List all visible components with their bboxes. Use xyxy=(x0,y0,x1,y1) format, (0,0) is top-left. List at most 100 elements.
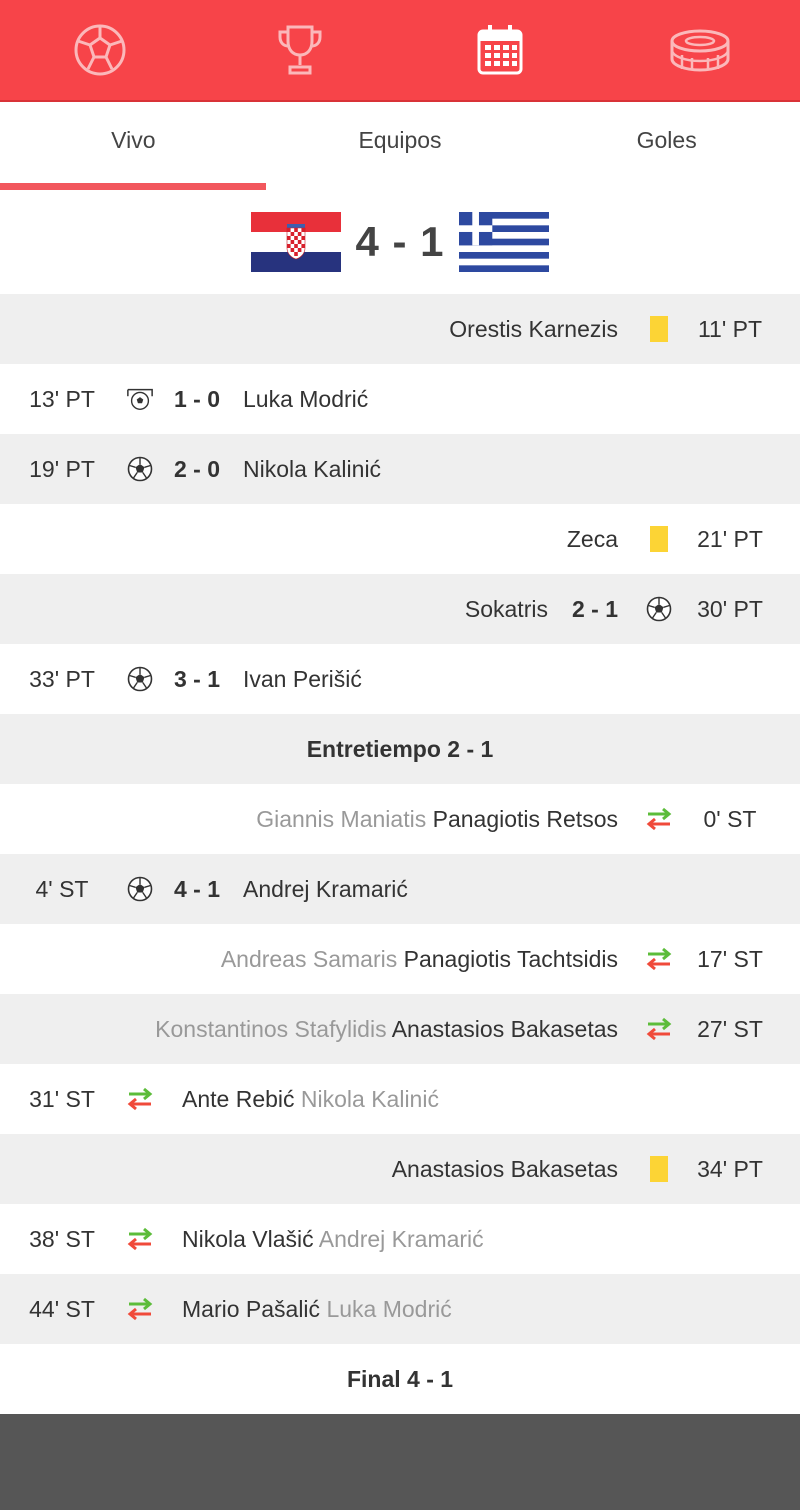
event-row-yellow-card[interactable]: 34' PT Anastasios Bakasetas xyxy=(0,1134,800,1204)
event-time: 19' PT xyxy=(29,455,95,482)
player-name: Sokatris 2 - 1 xyxy=(465,596,618,623)
soccer-ball-icon xyxy=(126,455,154,483)
match-events-list: 11' PT Orestis Karnezis 13' PT 1 - 0 Luka Mo… xyxy=(0,294,800,1414)
player-name: Anastasios Bakasetas xyxy=(392,1156,618,1183)
player-out: Giannis Maniatis xyxy=(256,805,427,832)
player-name-text: Zeca xyxy=(566,525,618,552)
separator-label: Entretiempo 2 - 1 xyxy=(306,735,494,762)
player-name-text: Anastasios Bakasetas xyxy=(391,1155,618,1182)
footer-bar xyxy=(0,1414,800,1510)
tab-goles[interactable]: Goles xyxy=(533,102,800,190)
event-time: 17' ST xyxy=(697,945,763,972)
trophy-icon[interactable] xyxy=(260,20,340,80)
croatia-flag xyxy=(251,212,342,272)
substitution-icon xyxy=(645,1015,673,1043)
player-in: Nikola Vlašić xyxy=(182,1225,314,1252)
yellow-card-icon-wrap xyxy=(645,315,673,343)
event-time: 34' PT xyxy=(697,1155,763,1182)
player-in: Panagiotis Retsos xyxy=(432,805,618,832)
event-row-substitution[interactable]: 17' ST Andreas Samaris Panagiotis Tachtsi… xyxy=(0,924,800,994)
substitution-icon xyxy=(645,945,673,973)
substitution-icon xyxy=(126,1295,154,1323)
event-row-goal[interactable]: 19' PT 2 - 0 Nikola Kalinić xyxy=(0,434,800,504)
greece-flag xyxy=(458,212,549,272)
yellow-card-icon xyxy=(650,526,668,552)
event-time: 44' ST xyxy=(29,1295,95,1322)
event-score: 2 - 1 xyxy=(571,595,618,622)
player-name: Zeca xyxy=(567,526,618,553)
event-row-substitution[interactable]: 31' ST Ante Rebić Nikola Kalinić xyxy=(0,1064,800,1134)
event-score: 3 - 1 xyxy=(174,665,221,692)
player-name: Nikola Kalinić xyxy=(243,455,382,482)
player-out: Andrej Kramarić xyxy=(318,1225,484,1252)
calendar-icon[interactable] xyxy=(460,20,540,80)
event-time: 27' ST xyxy=(697,1015,763,1042)
event-score: 4 - 1 xyxy=(174,875,221,902)
player-name: Luka Modrić xyxy=(243,385,369,412)
event-row-substitution[interactable]: 0' ST Giannis Maniatis Panagiotis Retsos xyxy=(0,784,800,854)
event-row-goal[interactable]: 33' PT 3 - 1 Ivan Perišić xyxy=(0,644,800,714)
yellow-card-icon xyxy=(650,316,668,342)
stadium-icon[interactable] xyxy=(660,20,740,80)
match-scoreboard: 4 - 1 xyxy=(0,190,800,294)
player-name-text: Sokatris xyxy=(464,595,548,622)
event-row-yellow-card[interactable]: 11' PT Orestis Karnezis xyxy=(0,294,800,364)
event-time: 31' ST xyxy=(29,1085,95,1112)
soccer-ball-icon xyxy=(126,875,154,903)
soccer-ball-icon xyxy=(645,595,673,623)
event-time: 21' PT xyxy=(697,525,763,552)
event-time: 30' PT xyxy=(697,595,763,622)
tab-bar: Vivo Equipos Goles xyxy=(0,102,800,190)
tab-vivo[interactable]: Vivo xyxy=(0,102,267,190)
event-score: 1 - 0 xyxy=(174,385,221,412)
substitution-icon xyxy=(126,1085,154,1113)
separator-label: Final 4 - 1 xyxy=(346,1365,454,1392)
active-tab-indicator xyxy=(0,183,266,190)
penalty-goal-icon xyxy=(126,385,154,413)
player-name: Ivan Perišić xyxy=(243,665,362,692)
player-in: Anastasios Bakasetas xyxy=(391,1015,618,1042)
player-name: Orestis Karnezis xyxy=(449,316,618,343)
player-in: Mario Pašalić xyxy=(182,1295,321,1322)
event-row-substitution[interactable]: 38' ST Nikola Vlašić Andrej Kramarić xyxy=(0,1204,800,1274)
player-out: Andreas Samaris xyxy=(220,945,398,972)
player-out: Luka Modrić xyxy=(326,1295,452,1322)
period-separator: Entretiempo 2 - 1 xyxy=(0,714,800,784)
yellow-card-icon-wrap xyxy=(645,525,673,553)
match-score: 4 - 1 xyxy=(355,218,445,265)
tab-equipos[interactable]: Equipos xyxy=(267,102,534,190)
event-row-substitution[interactable]: 27' ST Konstantinos Stafylidis Anastasios… xyxy=(0,994,800,1064)
event-score: 2 - 0 xyxy=(174,455,221,482)
yellow-card-icon-wrap xyxy=(645,1155,673,1183)
event-row-substitution[interactable]: 44' ST Mario Pašalić Luka Modrić xyxy=(0,1274,800,1344)
substitution-players: Andreas Samaris Panagiotis Tachtsidis xyxy=(221,946,618,973)
player-name: Andrej Kramarić xyxy=(243,875,408,902)
player-out: Nikola Kalinić xyxy=(300,1085,439,1112)
substitution-icon xyxy=(645,805,673,833)
event-time: 38' ST xyxy=(29,1225,95,1252)
period-separator: Final 4 - 1 xyxy=(0,1344,800,1414)
player-out: Konstantinos Stafylidis xyxy=(155,1015,387,1042)
event-time: 13' PT xyxy=(29,385,95,412)
substitution-players: Mario Pašalić Luka Modrić xyxy=(182,1296,452,1323)
event-row-yellow-card[interactable]: 21' PT Zeca xyxy=(0,504,800,574)
event-row-goal[interactable]: 4' ST 4 - 1 Andrej Kramarić xyxy=(0,854,800,924)
substitution-icon xyxy=(126,1225,154,1253)
event-row-penalty-goal[interactable]: 13' PT 1 - 0 Luka Modrić xyxy=(0,364,800,434)
player-name-text: Orestis Karnezis xyxy=(449,315,618,342)
event-time: 33' PT xyxy=(29,665,95,692)
substitution-players: Nikola Vlašić Andrej Kramarić xyxy=(182,1226,484,1253)
soccer-ball-icon[interactable] xyxy=(60,20,140,80)
event-row-goal[interactable]: 30' PT Sokatris 2 - 1 xyxy=(0,574,800,644)
event-time: 11' PT xyxy=(697,315,763,342)
substitution-players: Ante Rebić Nikola Kalinić xyxy=(182,1086,439,1113)
substitution-players: Giannis Maniatis Panagiotis Retsos xyxy=(256,806,618,833)
top-nav-bar xyxy=(0,0,800,102)
substitution-players: Konstantinos Stafylidis Anastasios Bakas… xyxy=(155,1016,618,1043)
event-time: 0' ST xyxy=(703,805,757,832)
player-in: Panagiotis Tachtsidis xyxy=(403,945,618,972)
player-in: Ante Rebić xyxy=(182,1085,295,1112)
yellow-card-icon xyxy=(650,1156,668,1182)
soccer-ball-icon xyxy=(126,665,154,693)
event-time: 4' ST xyxy=(35,875,89,902)
